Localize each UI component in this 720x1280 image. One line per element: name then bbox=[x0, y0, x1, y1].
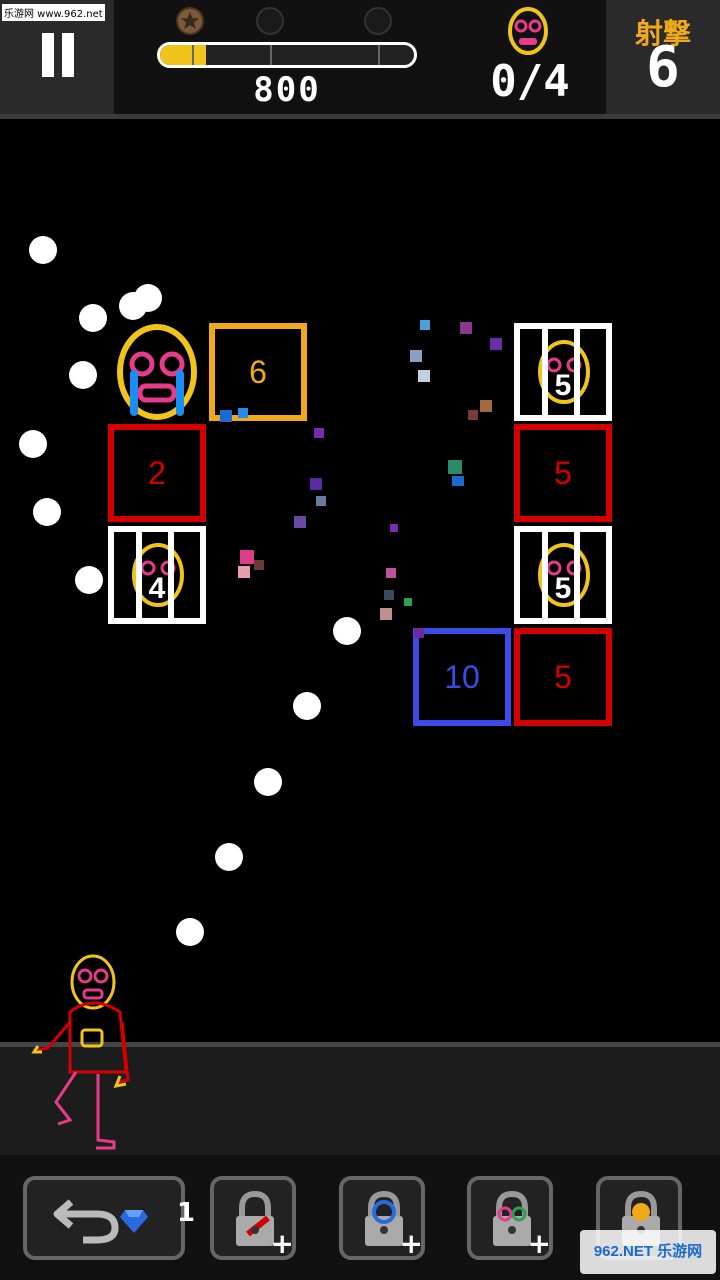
number-block: 5 bbox=[514, 628, 612, 726]
pause-icon-bar bbox=[62, 33, 74, 77]
star-icon-empty bbox=[364, 7, 392, 35]
ball bbox=[176, 918, 204, 946]
shots-remaining: 6 bbox=[646, 35, 680, 100]
progress-fill bbox=[160, 45, 206, 65]
particle-debris bbox=[220, 320, 502, 638]
brand-watermark: 962.NET 乐游网 bbox=[580, 1230, 716, 1274]
ball bbox=[29, 236, 57, 264]
progress-tick bbox=[378, 45, 380, 65]
add-icon: + bbox=[270, 1227, 294, 1260]
star-icon-empty bbox=[256, 7, 284, 35]
cage-hits: 5 bbox=[554, 572, 572, 605]
powerup-slot-rocket[interactable]: + bbox=[210, 1176, 296, 1260]
crying-prisoner-face bbox=[117, 324, 197, 420]
brand-watermark-text: 962.NET 乐游网 bbox=[593, 1243, 703, 1260]
powerup-slot-multi-ball[interactable]: + bbox=[467, 1176, 553, 1260]
progress-tick bbox=[192, 45, 194, 65]
prisoner-face-icon bbox=[508, 7, 548, 55]
shooter-character bbox=[31, 954, 130, 1150]
ball bbox=[19, 430, 47, 458]
add-icon: + bbox=[399, 1227, 423, 1260]
gem-count: 1 bbox=[177, 1198, 196, 1228]
shots-panel: 射撃 6 bbox=[606, 0, 720, 115]
undo-arrow-icon bbox=[53, 1199, 119, 1244]
powerup-slot-bomb[interactable]: + bbox=[339, 1176, 425, 1260]
number-block: 10 bbox=[413, 628, 511, 726]
ball bbox=[69, 361, 97, 389]
star-icon-earned bbox=[176, 7, 204, 35]
score-progress-bar bbox=[157, 42, 417, 68]
cage-hits: 4 bbox=[148, 572, 166, 605]
ball bbox=[79, 304, 107, 332]
score-value: 800 bbox=[253, 70, 321, 110]
rescued-counter: 0/4 bbox=[490, 56, 570, 107]
site-watermark: 乐游网 www.962.net bbox=[2, 4, 105, 21]
add-icon: + bbox=[527, 1227, 551, 1260]
ball bbox=[75, 566, 103, 594]
ball bbox=[333, 617, 361, 645]
ball bbox=[33, 498, 61, 526]
undo-button[interactable]: 1 bbox=[23, 1176, 195, 1260]
ball bbox=[134, 284, 162, 312]
ball bbox=[254, 768, 282, 796]
ball bbox=[215, 843, 243, 871]
cage-hits: 5 bbox=[554, 369, 572, 402]
ball bbox=[293, 692, 321, 720]
diamond-icon bbox=[120, 1210, 148, 1233]
pause-icon bbox=[42, 33, 54, 77]
progress-tick bbox=[270, 45, 272, 65]
